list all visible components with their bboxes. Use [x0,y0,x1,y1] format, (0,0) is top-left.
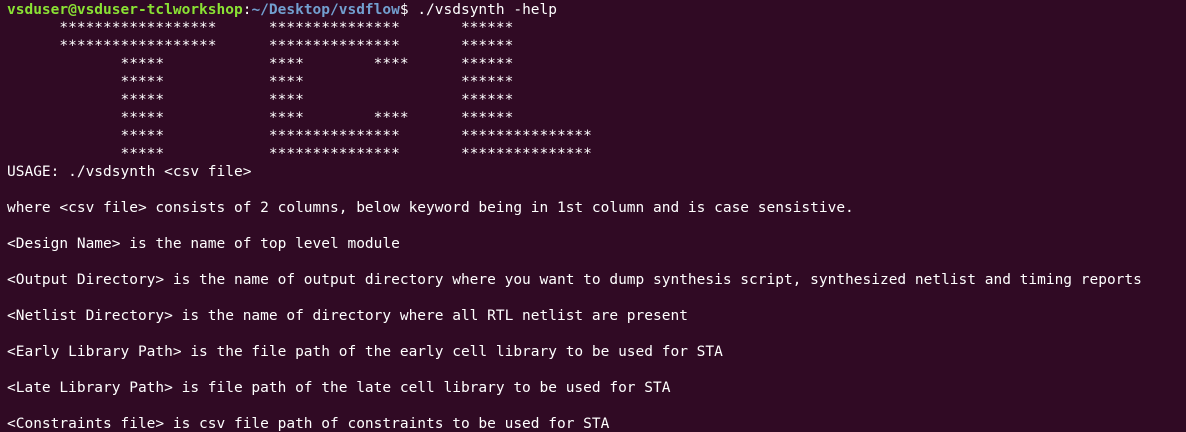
prompt-line: vsduser@vsduser-tclworkshop:~/Desktop/vs… [7,1,1186,19]
banner-line: ***** **** **** ****** [7,56,514,72]
output-line: <Netlist Directory> is the name of direc… [7,308,688,324]
prompt-user-host: vsduser@vsduser-tclworkshop [7,2,243,18]
prompt-path: ~/Desktop/vsdflow [251,2,400,18]
banner-line: ***** *************** *************** [7,146,592,162]
help-output: USAGE: ./vsdsynth <csv file> where <csv … [7,163,1186,432]
output-line: <Design Name> is the name of top level m… [7,236,400,252]
usage-line: USAGE: ./vsdsynth <csv file> [7,164,252,180]
ascii-banner: ****************** *************** *****… [7,19,1186,163]
banner-line: ***** **** **** ****** [7,110,514,126]
output-line: <Output Directory> is the name of output… [7,272,1142,288]
terminal-window[interactable]: vsduser@vsduser-tclworkshop:~/Desktop/vs… [0,0,1186,432]
banner-line: ***** **** ****** [7,92,514,108]
output-line: <Early Library Path> is the file path of… [7,344,723,360]
output-line: where <csv file> consists of 2 columns, … [7,200,854,216]
output-line: <Late Library Path> is file path of the … [7,380,671,396]
output-line: <Constraints file> is csv file path of c… [7,416,610,432]
banner-line: ****************** *************** *****… [7,38,514,54]
banner-line: ***** *************** *************** [7,128,592,144]
banner-line: ****************** *************** *****… [7,20,514,36]
prompt-command: ./vsdsynth -help [417,2,557,18]
banner-line: ***** **** ****** [7,74,514,90]
prompt-symbol: $ [399,2,418,18]
